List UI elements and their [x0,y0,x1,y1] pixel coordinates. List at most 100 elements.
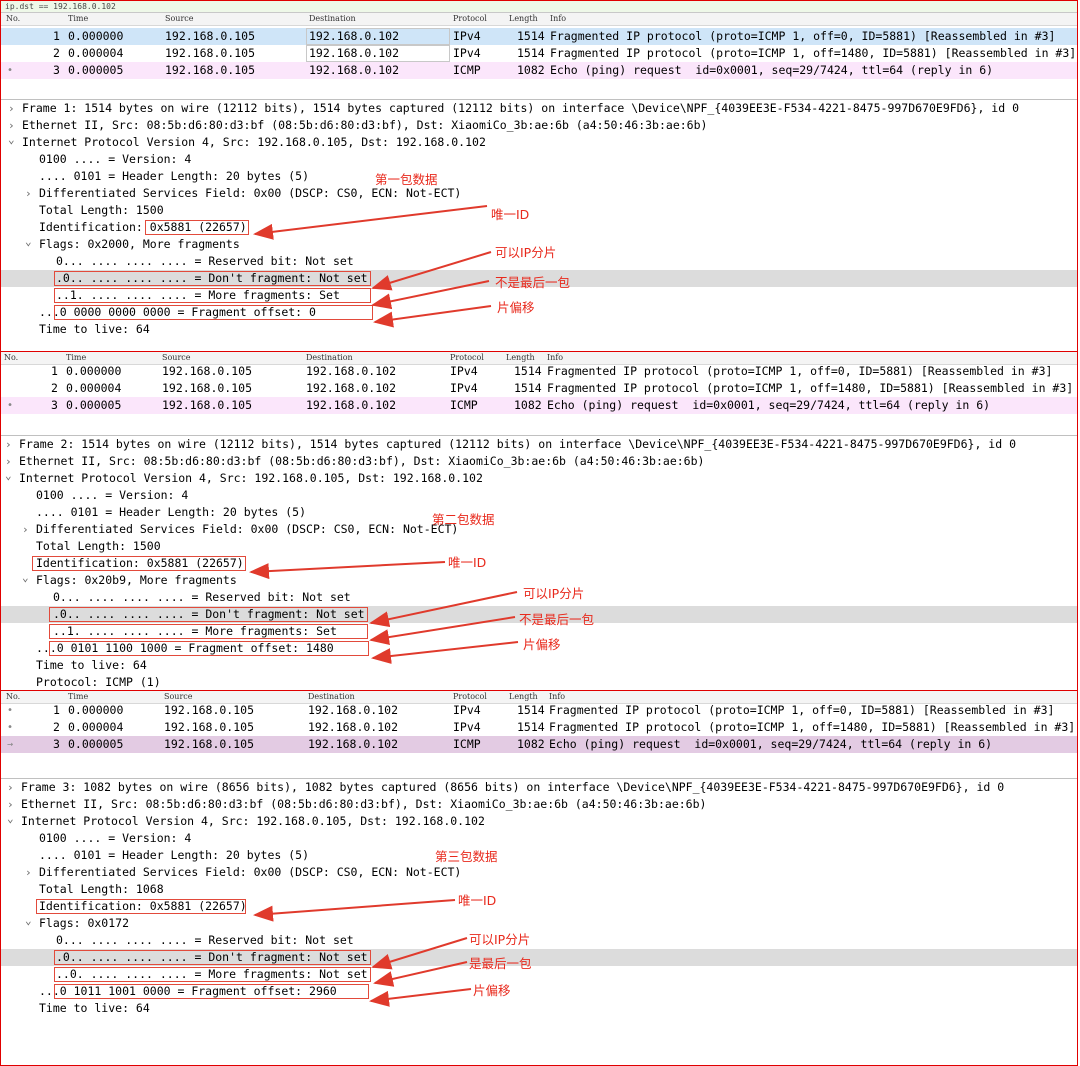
expand-arrow-icon[interactable]: ⌄ [8,131,15,148]
detail-line[interactable]: .... 0101 = Header Length: 20 bytes (5) [1,168,1077,185]
detail-line[interactable]: .... 0101 = Header Length: 20 bytes (5) [1,847,1077,864]
cell-protocol: ICMP [453,63,481,77]
detail-text: Flags: 0x20b9, More fragments [36,573,237,587]
detail-text: Total Length: 1068 [39,882,164,896]
column-header-source[interactable]: Source [162,353,191,362]
detail-line[interactable]: › Ethernet II, Src: 08:5b:d6:80:d3:bf (08… [1,796,1077,813]
cell-info: Fragmented IP protocol (proto=ICMP 1, of… [550,29,1056,43]
expand-arrow-icon[interactable]: ⌄ [25,233,32,250]
packet-row[interactable]: • 3 0.000005 192.168.0.105 192.168.0.102 ICMP… [1,62,1077,79]
detail-line[interactable]: Time to live: 64 [1,657,1077,674]
detail-line[interactable]: › Ethernet II, Src: 08:5b:d6:80:d3:bf (08… [1,117,1077,134]
detail-text: .... 0101 = Header Length: 20 bytes (5) [36,505,307,519]
column-header-protocol[interactable]: Protocol [453,692,487,701]
column-header-info[interactable]: Info [549,692,565,701]
expand-arrow-icon[interactable]: ⌄ [25,912,32,929]
detail-line[interactable]: ⌄ Internet Protocol Version 4, Src: 192.1… [1,467,1077,487]
detail-line[interactable]: › Frame 1: 1514 bytes on wire (12112 bits… [1,100,1077,117]
column-header-time[interactable]: Time [68,692,88,701]
collapse-arrow-icon[interactable]: › [8,100,15,117]
detail-text: Internet Protocol Version 4, Src: 192.16… [19,471,483,485]
cell-time: 0.000005 [68,737,124,751]
expand-arrow-icon[interactable]: ⌄ [5,467,12,484]
highlight-box [49,624,368,639]
collapse-arrow-icon[interactable]: › [25,864,32,881]
column-header-length[interactable]: Length [509,692,538,701]
collapse-arrow-icon[interactable]: › [7,779,14,796]
detail-text: 0100 .... = Version: 4 [39,152,192,166]
detail-line[interactable]: › Frame 3: 1082 bytes on wire (8656 bits)… [1,779,1077,796]
packet-row[interactable]: • 2 0.000004 192.168.0.105 192.168.0.102 IPv4… [1,719,1077,736]
packet-marker-icon: • [7,722,14,733]
detail-text: 0... .... .... .... = Reserved bit: Not … [56,254,354,268]
expand-arrow-icon[interactable]: ⌄ [22,569,29,586]
cell-destination: 192.168.0.102 [306,364,397,378]
detail-text: Flags: 0x2000, More fragments [39,237,240,251]
packet-row[interactable]: 1 0.000000 192.168.0.105 192.168.0.102 IPv4 1… [1,28,1077,45]
highlight-box [32,556,246,571]
column-header-protocol[interactable]: Protocol [450,353,484,362]
packet-row[interactable]: 2 0.000004 192.168.0.105 192.168.0.102 IPv4 1… [1,45,1077,62]
column-header-length[interactable]: Length [509,14,538,23]
detail-line[interactable]: › Differentiated Services Field: 0x00 (DS… [1,185,1077,202]
column-header-no[interactable]: No. [6,14,20,23]
column-header-protocol[interactable]: Protocol [453,14,487,23]
detail-line[interactable]: 0100 .... = Version: 4 [1,830,1077,847]
highlight-box [54,967,371,982]
detail-text: Time to live: 64 [39,322,150,336]
collapse-arrow-icon[interactable]: › [22,521,29,538]
cell-no: 3 [53,63,60,77]
cell-no: 1 [53,29,60,43]
column-header-source[interactable]: Source [165,14,194,23]
detail-line[interactable]: Total Length: 1500 [1,538,1077,555]
packet-row[interactable]: • 3 0.000005 192.168.0.105 192.168.0.102 ICMP… [1,397,1077,414]
detail-line[interactable]: .... 0101 = Header Length: 20 bytes (5) [1,504,1077,521]
packet-row[interactable]: 2 0.000004 192.168.0.105 192.168.0.102 IPv4 1… [1,380,1077,397]
cell-time: 0.000004 [68,720,124,734]
collapse-arrow-icon[interactable]: › [5,436,12,453]
detail-line[interactable]: 0... .... .... .... = Reserved bit: Not … [1,932,1077,949]
detail-line[interactable]: ⌄ Internet Protocol Version 4, Src: 192.1… [1,131,1077,151]
cell-destination: 192.168.0.102 [306,398,397,412]
column-header-time[interactable]: Time [68,14,88,23]
detail-line[interactable]: Time to live: 64 [1,321,1077,338]
column-header-destination[interactable]: Destination [309,14,356,23]
detail-line[interactable]: › Frame 2: 1514 bytes on wire (12112 bits… [1,436,1077,453]
detail-line[interactable]: Total Length: 1068 [1,881,1077,898]
column-header-no[interactable]: No. [6,692,20,701]
column-header-time[interactable]: Time [66,353,86,362]
collapse-arrow-icon[interactable]: › [25,185,32,202]
expand-arrow-icon[interactable]: ⌄ [7,810,14,827]
detail-line[interactable]: › Ethernet II, Src: 08:5b:d6:80:d3:bf (08… [1,453,1077,470]
highlight-box [54,271,371,286]
detail-line[interactable]: Protocol: ICMP (1) [1,674,1077,690]
column-header-source[interactable]: Source [164,692,193,701]
annotation-label: 片偏移 [523,637,561,652]
annotation-label: 唯一ID [448,555,487,570]
packet-list-header: No. Time Source Destination Protocol Length In… [1,13,1077,26]
cell-info: Echo (ping) request id=0x0001, seq=29/74… [550,63,994,77]
column-header-length[interactable]: Length [506,353,535,362]
column-header-destination[interactable]: Destination [308,692,355,701]
detail-line[interactable]: Total Length: 1500 [1,202,1077,219]
packet-row[interactable]: 1 0.000000 192.168.0.105 192.168.0.102 IPv4 1… [1,363,1077,380]
detail-text: Frame 2: 1514 bytes on wire (12112 bits)… [19,437,1016,451]
cell-destination: 192.168.0.102 [308,737,399,751]
display-filter-bar[interactable]: ip.dst == 192.168.0.102 [1,1,1077,13]
detail-line[interactable]: › Differentiated Services Field: 0x00 (DS… [1,864,1077,881]
detail-line[interactable]: 0100 .... = Version: 4 [1,151,1077,168]
column-header-info[interactable]: Info [547,353,563,362]
column-header-info[interactable]: Info [550,14,566,23]
detail-line[interactable]: Time to live: 64 [1,1000,1077,1017]
column-header-destination[interactable]: Destination [306,353,353,362]
packet-row[interactable]: • 1 0.000000 192.168.0.105 192.168.0.102 IPv4… [1,702,1077,719]
detail-line[interactable]: ⌄ Internet Protocol Version 4, Src: 192.1… [1,810,1077,830]
cell-source: 192.168.0.105 [165,29,256,43]
detail-line[interactable]: ⌄ Flags: 0x0172 [1,912,1077,932]
column-header-no[interactable]: No. [4,353,18,362]
detail-line[interactable]: › Differentiated Services Field: 0x00 (DS… [1,521,1077,538]
packet-row[interactable]: → 3 0.000005 192.168.0.105 192.168.0.102 ICMP… [1,736,1077,753]
cell-no: 1 [51,364,58,378]
cell-info: Fragmented IP protocol (proto=ICMP 1, of… [549,720,1076,734]
detail-line[interactable]: 0100 .... = Version: 4 [1,487,1077,504]
